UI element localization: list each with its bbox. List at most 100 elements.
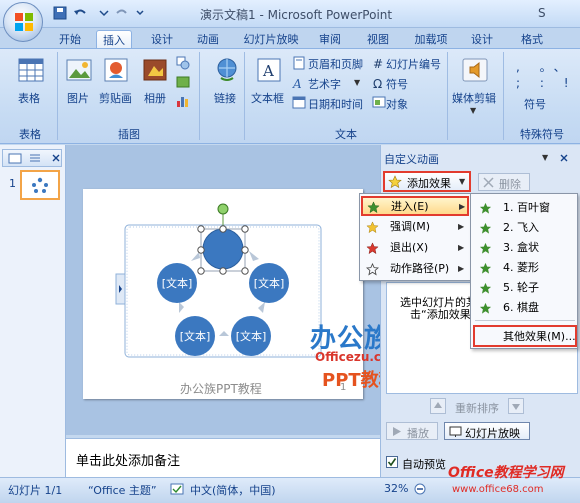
tab-tool-design[interactable]: 设计 <box>464 30 500 49</box>
effect-item-checkerboard[interactable]: 6. 棋盘 <box>473 298 577 318</box>
arrow-down-icon <box>512 404 520 410</box>
album-button[interactable]: 相册 <box>144 90 166 106</box>
link-button[interactable]: 链接 <box>214 90 236 106</box>
table-icon[interactable] <box>16 56 46 84</box>
tab-view[interactable]: 视图 <box>360 30 396 49</box>
task-pane-title: 自定义动画 <box>384 153 439 166</box>
photo-album-icon[interactable] <box>140 56 170 84</box>
slide-thumbnail[interactable] <box>20 170 60 200</box>
chevron-down-icon[interactable] <box>96 5 112 21</box>
effect-label: 3. 盒状 <box>503 241 539 254</box>
media-clip-icon[interactable] <box>460 56 490 84</box>
close-icon[interactable] <box>50 152 62 164</box>
menu-item-entrance[interactable]: 进入(E) ▶ <box>361 196 469 216</box>
smartart-diagram[interactable]: [文本] [文本] [文本] [文本] <box>83 189 363 399</box>
clipart-button[interactable]: 剪贴画 <box>99 90 132 106</box>
picture-button[interactable]: 图片 <box>67 90 89 106</box>
datetime-button[interactable]: 日期和时间 <box>308 96 363 112</box>
add-effect-label: 添加效果 <box>407 177 451 190</box>
green-star-icon <box>479 222 492 234</box>
chevron-right-icon: ▶ <box>458 264 465 273</box>
symbol-punctuation-row[interactable]: , 。、 <box>516 58 574 75</box>
slideshow-button[interactable]: 幻灯片放映 <box>444 422 530 440</box>
header-footer-icon[interactable] <box>292 56 306 70</box>
object-button[interactable]: 对象 <box>386 96 408 112</box>
tab-design[interactable]: 设计 <box>144 30 180 49</box>
smartart-icon[interactable] <box>176 75 190 89</box>
symbol-button[interactable]: 符号 <box>386 76 408 92</box>
star-icon <box>388 175 402 189</box>
table-button[interactable]: 表格 <box>18 90 40 106</box>
green-star-icon <box>479 262 492 274</box>
diagram-node-text: [文本] <box>162 276 193 290</box>
corner-watermark-brand: Office教程学习网 <box>448 465 564 481</box>
tab-review[interactable]: 审阅 <box>312 30 348 49</box>
chevron-right-icon: ▶ <box>459 202 466 211</box>
symbol-dropdown-button[interactable]: 符号 <box>524 96 546 112</box>
green-star-icon <box>479 202 492 214</box>
autopreview-checkbox[interactable] <box>386 456 398 468</box>
outline-tab-icon[interactable] <box>28 151 42 165</box>
effect-label: 1. 百叶窗 <box>503 201 550 214</box>
menu-item-exit[interactable]: 退出(X) ▶ <box>361 238 469 258</box>
effect-item-wheel[interactable]: 5. 轮子 <box>473 278 577 298</box>
effect-item-blinds[interactable]: 1. 百叶窗 <box>473 198 577 218</box>
move-down-button[interactable] <box>508 398 524 414</box>
slide-number-icon[interactable]: # <box>372 56 386 70</box>
effect-item-fly-in[interactable]: 2. 飞入 <box>473 218 577 238</box>
effect-label: 4. 菱形 <box>503 261 539 274</box>
thumbnail-number: 1 <box>9 177 16 190</box>
omega-icon[interactable]: Ω <box>372 76 386 90</box>
tab-format[interactable]: 格式 <box>514 30 550 49</box>
object-icon[interactable] <box>372 95 386 109</box>
remove-effect-button[interactable]: 删除 <box>478 173 530 191</box>
calendar-icon[interactable] <box>292 95 306 109</box>
outline-star-icon <box>366 263 379 276</box>
slide-number-button[interactable]: 幻灯片编号 <box>386 56 441 72</box>
clipart-icon[interactable] <box>101 56 131 84</box>
spellcheck-icon[interactable] <box>170 482 184 496</box>
yellow-star-icon <box>366 221 379 234</box>
chevron-down-icon[interactable]: ▼ <box>470 106 476 115</box>
tab-slideshow[interactable]: 幻灯片放映 <box>238 30 304 49</box>
customize-qat-icon[interactable] <box>132 5 148 21</box>
close-icon[interactable] <box>558 152 570 164</box>
group-label-text: 文本 <box>335 128 357 141</box>
effect-item-diamond[interactable]: 4. 菱形 <box>473 258 577 278</box>
menu-item-motion-path[interactable]: 动作路径(P) ▶ <box>361 259 469 279</box>
diagram-node-text: [文本] <box>254 276 285 290</box>
tab-insert[interactable]: 插入 <box>96 30 132 49</box>
picture-icon[interactable] <box>64 56 94 84</box>
header-footer-button[interactable]: 页眉和页脚 <box>308 56 363 72</box>
wordart-icon[interactable]: A <box>292 76 306 90</box>
chart-icon[interactable] <box>176 94 190 108</box>
symbol-punctuation-row[interactable]: ; : ! <box>516 76 577 90</box>
menu-item-emphasis[interactable]: 强调(M) ▶ <box>361 217 469 237</box>
tab-home[interactable]: 开始 <box>52 30 88 49</box>
green-star-icon <box>479 302 492 314</box>
effect-item-box[interactable]: 3. 盒状 <box>473 238 577 258</box>
office-button[interactable] <box>3 2 43 42</box>
chevron-down-icon[interactable]: ▼ <box>542 153 548 162</box>
effect-label: 2. 飞入 <box>503 221 539 234</box>
save-icon[interactable] <box>52 5 68 21</box>
zoom-out-icon[interactable] <box>414 483 426 495</box>
link-icon[interactable] <box>212 56 242 84</box>
redo-icon[interactable] <box>114 5 130 21</box>
tab-addins[interactable]: 加载项 <box>408 30 454 49</box>
slides-tab-icon[interactable] <box>8 151 22 165</box>
chevron-down-icon[interactable]: ▼ <box>354 78 360 87</box>
status-language: 中文(简体，中国) <box>190 484 276 497</box>
shapes-icon[interactable] <box>176 56 190 70</box>
tab-animations[interactable]: 动画 <box>188 30 228 49</box>
undo-icon[interactable] <box>72 5 88 21</box>
move-up-button[interactable] <box>430 398 446 414</box>
diagram-node-text: [文本] <box>180 329 211 343</box>
textbox-icon[interactable]: A <box>254 56 284 84</box>
play-button[interactable]: 播放 <box>386 422 438 440</box>
add-effect-button[interactable]: 添加效果 ▼ <box>383 171 471 192</box>
textbox-button[interactable]: 文本框 <box>251 90 284 106</box>
media-button[interactable]: 媒体剪辑 <box>452 90 496 106</box>
wordart-button[interactable]: 艺术字 <box>308 76 341 92</box>
more-effects-item[interactable]: 其他效果(M)... <box>473 325 577 347</box>
